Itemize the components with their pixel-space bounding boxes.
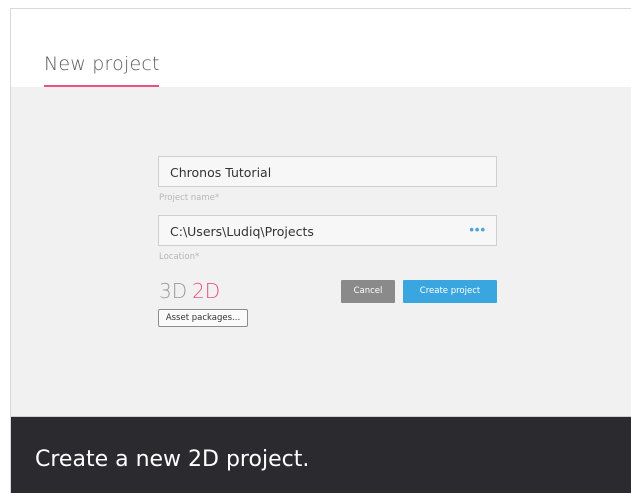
project-name-value: Chronos Tutorial bbox=[170, 165, 272, 180]
dialog-header: New project bbox=[11, 9, 631, 87]
dialog-window: New project Chronos Tutorial Project nam… bbox=[10, 8, 631, 493]
asset-packages-button[interactable]: Asset packages... bbox=[158, 309, 248, 327]
mode-2d-toggle[interactable]: 2D bbox=[192, 279, 220, 303]
mode-3d-toggle[interactable]: 3D bbox=[159, 279, 187, 303]
location-label: Location* bbox=[159, 252, 200, 262]
location-field[interactable]: C:\Users\Ludiq\Projects ••• bbox=[158, 215, 497, 246]
project-name-label: Project name* bbox=[159, 193, 220, 203]
page-title: New project bbox=[44, 53, 160, 75]
ellipsis-icon[interactable]: ••• bbox=[469, 222, 486, 237]
caption-text: Create a new 2D project. bbox=[35, 447, 310, 472]
location-value: C:\Users\Ludiq\Projects bbox=[170, 224, 314, 239]
caption-bar: Create a new 2D project. bbox=[11, 417, 631, 493]
create-project-button[interactable]: Create project bbox=[403, 280, 497, 303]
cancel-button[interactable]: Cancel bbox=[341, 280, 395, 303]
project-name-field[interactable]: Chronos Tutorial bbox=[158, 156, 497, 187]
form-panel: Chronos Tutorial Project name* C:\Users\… bbox=[11, 87, 631, 417]
